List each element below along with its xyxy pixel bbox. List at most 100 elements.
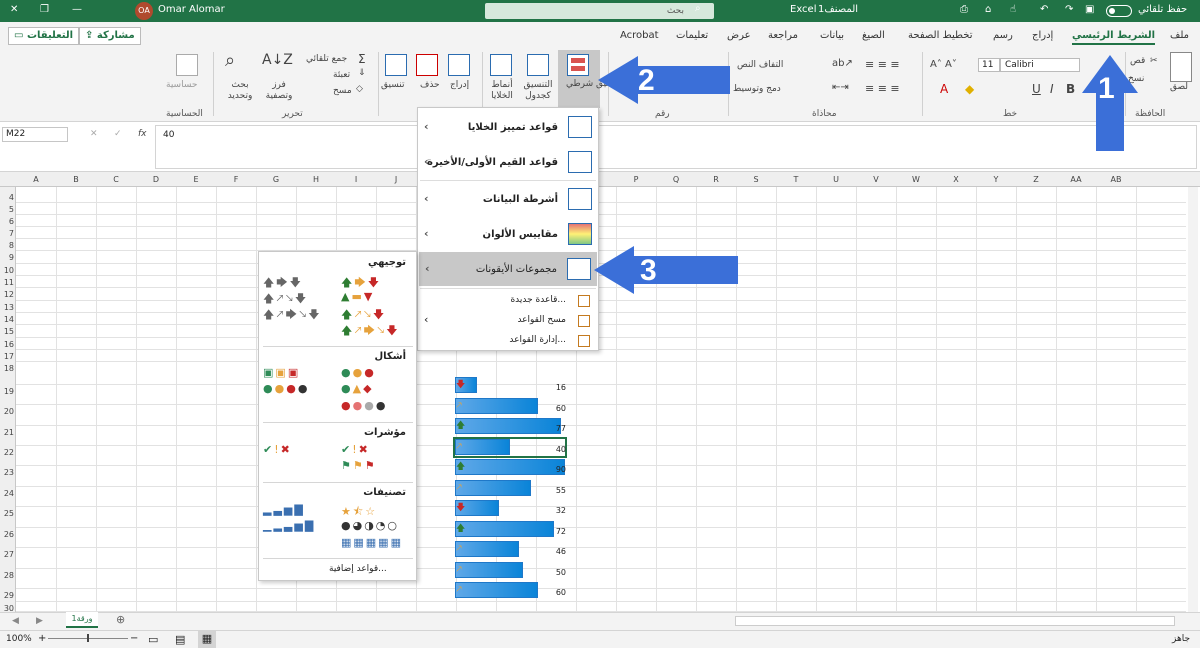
quarters-icon[interactable]: ●◕◑◔○ [341,519,399,532]
sensitivity-icon[interactable] [176,54,198,76]
column-header-B[interactable]: B [56,175,96,184]
tab-page-layout[interactable]: تخطيط الصفحة [908,30,973,41]
fill-icon[interactable]: ⇓ [358,68,366,78]
column-header-W[interactable]: W [896,175,936,184]
avatar[interactable]: OA [135,2,153,20]
sensitivity-label[interactable]: حساسية [166,80,197,90]
column-header-T[interactable]: T [776,175,816,184]
tab-draw[interactable]: رسم [993,30,1013,41]
cell-value[interactable]: 77 [526,424,566,433]
row-header-25[interactable]: 25 [0,509,14,518]
signal-bars-5-icon[interactable]: ▁▂▃▅▇ [263,519,315,532]
column-header-E[interactable]: E [176,175,216,184]
cell-value[interactable]: 60 [526,588,566,597]
close-icon[interactable]: ✕ [10,4,18,15]
row-header-16[interactable]: 16 [0,340,14,349]
column-header-P[interactable]: P [616,175,656,184]
comments-button[interactable]: ▭ التعليقات [8,27,80,45]
tab-file[interactable]: ملف [1170,30,1189,41]
row-header-21[interactable]: 21 [0,428,14,437]
search-input[interactable]: بحث [485,3,714,19]
row-header-14[interactable]: 14 [0,315,14,324]
column-header-AB[interactable]: AB [1096,175,1136,184]
merge-center-button[interactable]: دمج وتوسيط [733,84,781,94]
find-icon[interactable]: ⌕ [225,50,235,71]
tab-home[interactable]: الشريط الرئيسي [1072,30,1156,45]
row-header-19[interactable]: 19 [0,387,14,396]
bold-icon[interactable]: B [1066,82,1075,96]
autosave-toggle[interactable] [1106,5,1132,17]
sort-filter-label[interactable]: فرز وتصفية [261,80,297,102]
format-cells-icon[interactable] [385,54,407,76]
menu-item-data-bars[interactable]: ‹ أشرطة البيانات [418,182,598,216]
row-header-17[interactable]: 17 [0,352,14,361]
column-header-Z[interactable]: Z [1016,175,1056,184]
row-header-29[interactable]: 29 [0,591,14,600]
format-table-label[interactable]: التنسيق كجدول [518,80,558,102]
arrows-5-gray-icon[interactable]: 🡅🡕🡆🡖🡇 [263,306,322,325]
cell-value[interactable]: 32 [526,506,566,515]
row-header-9[interactable]: 9 [0,253,14,262]
sheet-tab[interactable]: ورقة1 [66,612,98,628]
horizontal-scrollbar[interactable] [735,616,1175,626]
indent-icon[interactable]: ⇤⇥ [832,82,849,93]
scroll-right-icon[interactable]: ▶ [36,616,43,626]
row-header-10[interactable]: 10 [0,266,14,275]
menu-item-highlight-rules[interactable]: ‹ قواعد تمييز الخلايا [418,110,598,144]
sort-filter-icon[interactable]: A↓Z [262,52,293,68]
red-to-black-icon[interactable]: ●●●● [341,399,387,412]
cell-styles-label[interactable]: أنماط الخلايا [486,80,518,102]
tab-insert[interactable]: إدراج [1032,30,1053,41]
italic-icon[interactable]: I [1050,82,1054,96]
row-header-6[interactable]: 6 [0,217,14,226]
column-header-J[interactable]: J [376,175,416,184]
row-header-12[interactable]: 12 [0,290,14,299]
column-header-G[interactable]: G [256,175,296,184]
function-icon[interactable]: fx [138,129,147,139]
add-sheet-icon[interactable]: ⊕ [116,613,125,626]
column-header-C[interactable]: C [96,175,136,184]
font-name-select[interactable]: Calibri [1000,58,1080,72]
format-cells-label[interactable]: تنسيق [381,80,404,90]
column-header-X[interactable]: X [936,175,976,184]
font-size-select[interactable]: 11 [978,58,1000,72]
cell-value[interactable]: 16 [526,383,566,392]
row-header-13[interactable]: 13 [0,303,14,312]
restore-icon[interactable]: ❐ [40,4,49,15]
triangles-3-icon[interactable]: ▲▬▼ [341,290,374,303]
name-box[interactable]: M22 [2,127,68,142]
column-header-I[interactable]: I [336,175,376,184]
fill-color-icon[interactable]: ◆ [965,82,974,96]
save-icon[interactable]: ▣ [1085,4,1094,15]
cell-value[interactable]: 60 [526,404,566,413]
tab-data[interactable]: بيانات [820,30,844,41]
tab-formulas[interactable]: الصيغ [862,30,885,41]
column-header-D[interactable]: D [136,175,176,184]
cell-value[interactable]: 50 [526,568,566,577]
align-top-icon[interactable]: ≡ ≡ ≡ [865,58,900,71]
enter-icon[interactable]: ✓ [114,129,122,139]
row-header-15[interactable]: 15 [0,327,14,336]
column-header-Y[interactable]: Y [976,175,1016,184]
page-break-view-icon[interactable]: ▭ [148,633,158,646]
zoom-thumb[interactable] [87,634,89,642]
undo-icon[interactable]: ↶ [1040,4,1048,15]
touch-icon[interactable]: ☝ [1010,4,1016,15]
row-header-20[interactable]: 20 [0,407,14,416]
find-select-label[interactable]: بحث وتحديد [222,80,258,102]
paste-label[interactable]: لصق [1170,82,1188,92]
column-header-R[interactable]: R [696,175,736,184]
insert-cells-icon[interactable] [448,54,470,76]
flags-icon[interactable]: ⚑⚑⚑ [341,459,377,472]
cell-value[interactable]: 46 [526,547,566,556]
boxes-icon[interactable]: ▦▦▦▦▦ [341,536,403,549]
cell-value[interactable]: 90 [526,465,566,474]
zoom-level[interactable]: 100% [6,634,32,644]
insert-cells-label[interactable]: إدراج [450,80,469,90]
symbols-icon[interactable]: ✔!✖ [263,443,292,456]
traffic-lights-rimmed-icon[interactable]: ▣▣▣ [263,366,300,379]
tab-help[interactable]: تعليمات [676,30,708,41]
column-header-AA[interactable]: AA [1056,175,1096,184]
formula-input[interactable]: 40 [155,125,1197,169]
wrap-text-button[interactable]: التفاف النص [737,60,783,70]
